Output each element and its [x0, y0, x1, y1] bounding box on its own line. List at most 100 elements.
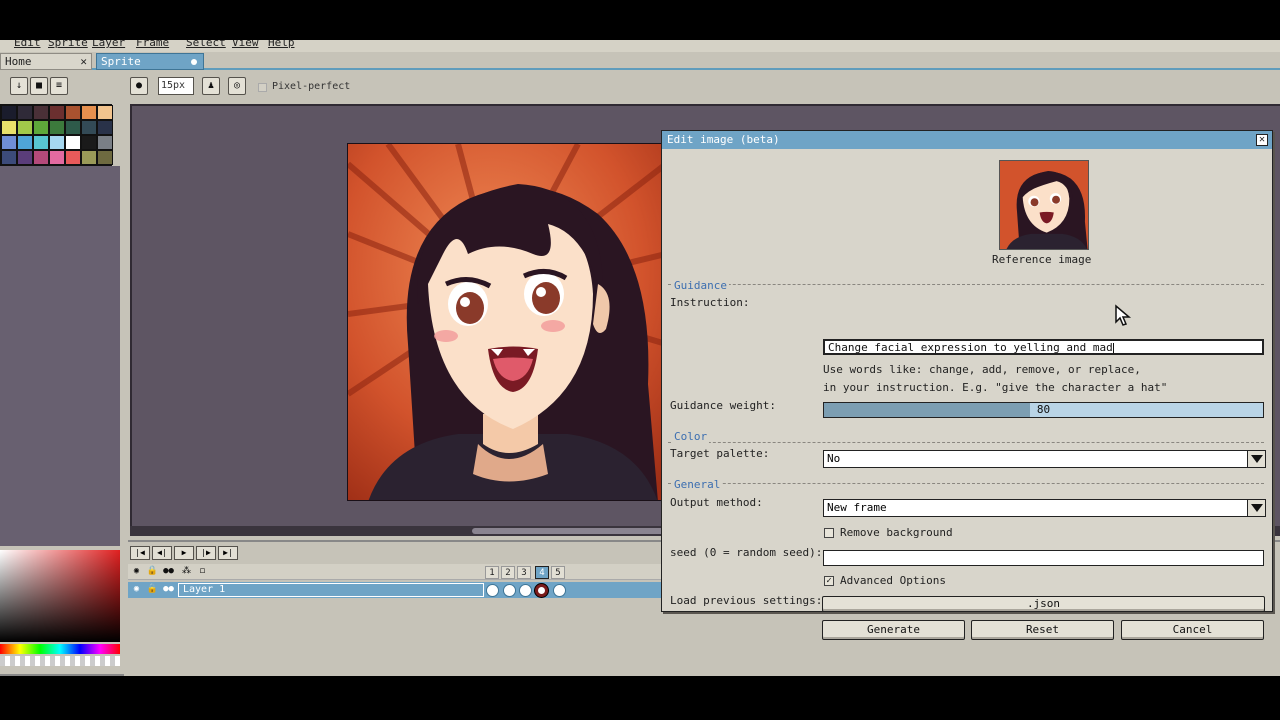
square-brush-icon[interactable]: ■: [30, 77, 48, 95]
palette-swatch[interactable]: [33, 135, 49, 150]
color-picker-field[interactable]: [0, 550, 120, 642]
palette-swatch[interactable]: [1, 135, 17, 150]
palette-swatch[interactable]: [17, 150, 33, 165]
instruction-text: Change facial expression to yelling and …: [828, 341, 1113, 354]
palette-swatch[interactable]: [97, 150, 113, 165]
palette-swatch[interactable]: [65, 105, 81, 120]
first-frame-icon[interactable]: |◀: [130, 546, 150, 560]
palette-swatch[interactable]: [49, 105, 65, 120]
chevron-down-icon[interactable]: [1247, 451, 1265, 467]
cel-2[interactable]: [503, 584, 516, 597]
palette-swatch[interactable]: [49, 150, 65, 165]
seed-input[interactable]: [823, 550, 1264, 566]
layer-row[interactable]: ◉ 🔒 ●● Layer 1: [128, 582, 740, 598]
palette-swatch[interactable]: [17, 120, 33, 135]
frame-number-2[interactable]: 2: [501, 566, 515, 579]
cancel-button[interactable]: Cancel: [1121, 620, 1264, 640]
sprite-canvas[interactable]: [347, 143, 665, 501]
alpha-slider[interactable]: [0, 656, 120, 666]
advanced-options-checkbox[interactable]: ✓: [824, 576, 834, 586]
play-icon[interactable]: ▶: [174, 546, 194, 560]
palette-swatch[interactable]: [33, 105, 49, 120]
palette-swatch[interactable]: [49, 135, 65, 150]
output-method-select[interactable]: New frame: [823, 499, 1266, 517]
arrow-down-icon[interactable]: ↓: [10, 77, 28, 95]
frame-number-5[interactable]: 5: [551, 566, 565, 579]
remove-background-checkbox[interactable]: [824, 528, 834, 538]
layer-name[interactable]: Layer 1: [178, 583, 484, 597]
cel-4[interactable]: [535, 584, 548, 597]
palette-swatch[interactable]: [33, 150, 49, 165]
instruction-input[interactable]: Change facial expression to yelling and …: [823, 339, 1264, 355]
load-json-button[interactable]: .json: [822, 596, 1265, 612]
frame-number-3[interactable]: 3: [517, 566, 531, 579]
generate-button[interactable]: Generate: [822, 620, 965, 640]
menu-layer[interactable]: Layer: [92, 40, 125, 49]
dialog-title[interactable]: Edit image (beta): [662, 131, 1272, 149]
palette-swatch[interactable]: [65, 150, 81, 165]
next-frame-icon[interactable]: |▶: [196, 546, 216, 560]
link-icon[interactable]: ●●: [162, 565, 175, 578]
palette-swatch[interactable]: [97, 105, 113, 120]
cel-1[interactable]: [486, 584, 499, 597]
divider: [668, 442, 1264, 443]
ink-icon[interactable]: ♟: [202, 77, 220, 95]
menu-edit[interactable]: Edit: [14, 40, 41, 49]
close-icon[interactable]: ✕: [80, 55, 87, 68]
palette-swatch[interactable]: [81, 120, 97, 135]
menu-view[interactable]: View: [232, 40, 259, 49]
eye-icon[interactable]: ◉: [130, 565, 143, 578]
lock-icon[interactable]: 🔒: [146, 565, 159, 578]
guidance-weight-slider[interactable]: 80: [823, 402, 1264, 418]
frame-number-4[interactable]: 4: [535, 566, 549, 579]
link-icon[interactable]: ●●: [162, 583, 175, 596]
edit-image-dialog: Edit image (beta) ✕ Reference image Guid…: [661, 130, 1273, 640]
close-icon[interactable]: ✕: [1256, 134, 1268, 146]
pixel-perfect-checkbox[interactable]: [258, 83, 267, 92]
lock-icon[interactable]: 🔒: [146, 583, 159, 596]
palette-swatch[interactable]: [65, 120, 81, 135]
chevron-down-icon[interactable]: [1247, 500, 1265, 516]
palette-swatch[interactable]: [49, 120, 65, 135]
menu-frame[interactable]: Frame: [136, 40, 169, 49]
hue-slider[interactable]: [0, 644, 120, 654]
palette-swatch[interactable]: [65, 135, 81, 150]
palette-swatch[interactable]: [81, 135, 97, 150]
eye-icon[interactable]: ◉: [130, 583, 143, 596]
previous-frame-icon[interactable]: ◀|: [152, 546, 172, 560]
palette-swatch[interactable]: [17, 105, 33, 120]
menu-sprite[interactable]: Sprite: [48, 40, 88, 49]
palette-swatch[interactable]: [1, 150, 17, 165]
palette-swatch[interactable]: [97, 120, 113, 135]
text-caret: [1112, 342, 1114, 353]
palette-swatch[interactable]: [1, 120, 17, 135]
reference-image: [999, 160, 1089, 250]
layers-icon[interactable]: ⁂: [180, 565, 193, 578]
menu-help[interactable]: Help: [268, 40, 295, 49]
cel-5[interactable]: [553, 584, 566, 597]
target-palette-select[interactable]: No: [823, 450, 1266, 468]
divider: [668, 284, 1264, 285]
frame-number-1[interactable]: 1: [485, 566, 499, 579]
zoom-target-icon[interactable]: ◎: [228, 77, 246, 95]
palette-swatch[interactable]: [81, 105, 97, 120]
scrollbar-thumb[interactable]: [472, 528, 672, 534]
reset-button[interactable]: Reset: [971, 620, 1114, 640]
last-frame-icon[interactable]: ▶|: [218, 546, 238, 560]
brush-size-field[interactable]: 15px: [158, 77, 194, 95]
palette-swatch[interactable]: [81, 150, 97, 165]
guidance-weight-value: 80: [1036, 403, 1051, 416]
frame-icon[interactable]: ◻: [196, 565, 209, 578]
cel-3[interactable]: [519, 584, 532, 597]
palette-swatch[interactable]: [33, 120, 49, 135]
tab-sprite[interactable]: Sprite: [96, 53, 204, 70]
tab-home[interactable]: Home ✕: [0, 53, 92, 70]
palette-swatch[interactable]: [17, 135, 33, 150]
menu-lines-icon[interactable]: ≡: [50, 77, 68, 95]
palette-swatch[interactable]: [1, 105, 17, 120]
palette-swatch[interactable]: [97, 135, 113, 150]
menu-select[interactable]: Select: [186, 40, 226, 49]
color-palette[interactable]: [0, 104, 113, 166]
circle-brush-icon[interactable]: ●: [130, 77, 148, 95]
unsaved-dot-icon[interactable]: [191, 59, 197, 65]
